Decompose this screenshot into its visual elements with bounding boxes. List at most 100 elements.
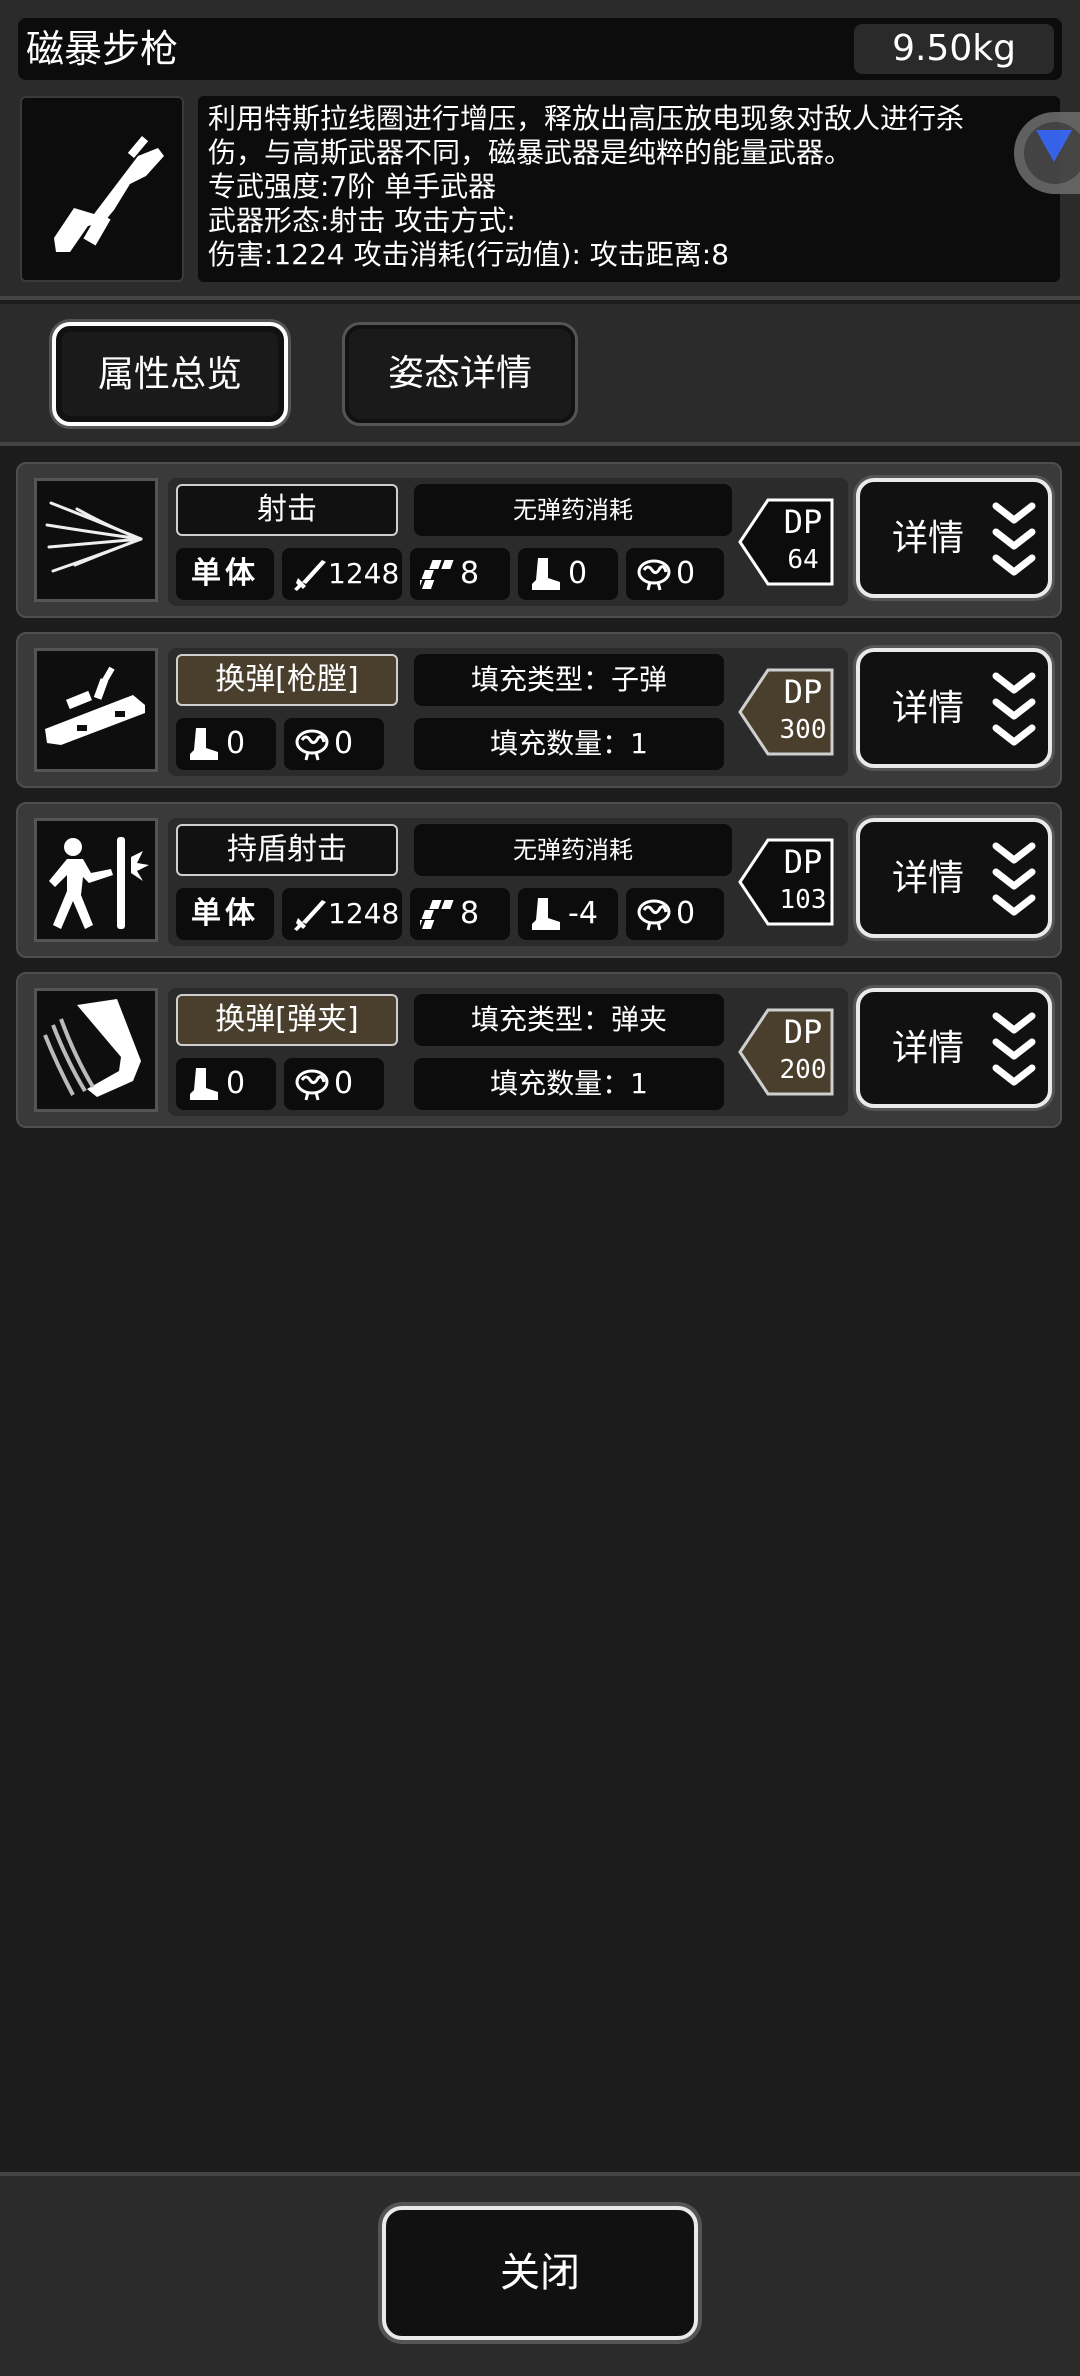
weapon-title: 磁暴步枪 [26,27,179,71]
action-card-reload-magazine: 换弹[弹夹] 0 0 填充类型：弹夹 填充数量：1 DP 200 详情 [16,972,1062,1128]
damage-stat: 1248 [282,548,402,600]
dp-cost-badge: DP 300 [736,658,844,766]
range-stat: 8 [410,888,510,940]
footer-bar: 关闭 [0,2172,1080,2376]
dp-cost-badge: DP 103 [736,828,844,936]
brain-icon [637,899,671,931]
dp-cost-badge: DP 200 [736,998,844,1106]
action-name: 换弹[弹夹] [176,994,398,1046]
rifle-icon [54,136,164,252]
description-line: 武器形态:射击 攻击方式: [208,204,516,237]
action-icon [34,818,158,942]
reload-magazine-icon [43,999,141,1097]
action-name: 换弹[枪膛] [176,654,398,706]
weapon-description: 利用特斯拉线圈进行增压，释放出高压放电现象对敌人进行杀 伤，与高斯武器不同，磁暴… [198,96,1060,282]
ammo-consumption: 无弹药消耗 [414,824,732,876]
chevron-down-icon [992,502,1036,576]
action-stats: 持盾射击 无弹药消耗 单体 1248 8 -4 0 DP 103 [168,818,848,946]
mind-stat: 0 [626,888,724,940]
details-label: 详情 [892,858,965,899]
chevron-down-icon [992,1012,1036,1086]
range-value: 8 [460,896,480,931]
move-value: -4 [568,896,598,931]
action-card-shield-shoot: 持盾射击 无弹药消耗 单体 1248 8 -4 0 DP 103 详情 [16,802,1062,958]
range-checker-icon [420,560,454,589]
target-type: 单体 [176,888,274,940]
description-line: 伤害:1224 攻击消耗(行动值): 攻击距离:8 [208,238,730,271]
mind-value: 0 [334,1066,354,1101]
action-icon [34,648,158,772]
ammo-consumption: 无弹药消耗 [414,484,732,536]
action-stats: 换弹[枪膛] 0 0 填充类型：子弹 填充数量：1 DP 300 [168,648,848,776]
weapon-header: 磁暴步枪 9.50kg 利用特斯拉线圈进行增压，释放出高压放电现象对敌人进行杀 … [0,0,1080,300]
move-value: 0 [226,1066,246,1101]
action-card-shoot: 射击 无弹药消耗 单体 1248 8 0 0 DP 64 详情 [16,462,1062,618]
dp-value: 64 [787,545,819,575]
mind-stat: 0 [626,548,724,600]
brain-icon [295,729,329,761]
move-value: 0 [226,726,246,761]
details-button[interactable]: 详情 [856,478,1052,598]
v-logo-icon [1036,130,1072,162]
move-stat: 0 [176,1058,276,1110]
range-checker-icon [420,900,454,929]
description-line: 专武强度:7阶 单手武器 [208,170,497,203]
dp-label: DP [783,503,823,541]
mind-value: 0 [676,556,696,591]
close-button[interactable]: 关闭 [382,2206,698,2340]
details-label: 详情 [892,688,965,729]
brain-icon [295,1069,329,1101]
damage-value: 1248 [328,897,400,930]
action-icon [34,988,158,1112]
fill-type: 填充类型：子弹 [414,654,724,706]
chevron-down-icon [992,842,1036,916]
shield-shoot-icon [49,837,149,929]
dp-label: DP [783,673,823,711]
tab-stance-details[interactable]: 姿态详情 [342,322,578,426]
boot-icon [190,728,218,760]
brain-icon [637,559,671,591]
details-button[interactable]: 详情 [856,818,1052,938]
dp-value: 300 [779,715,827,745]
details-button[interactable]: 详情 [856,648,1052,768]
fill-count: 填充数量：1 [414,1058,724,1110]
sword-icon [294,900,326,931]
action-name: 持盾射击 [176,824,398,876]
dp-label: DP [783,843,823,881]
action-card-reload-chamber: 换弹[枪膛] 0 0 填充类型：子弹 填充数量：1 DP 300 详情 [16,632,1062,788]
mind-stat: 0 [284,1058,384,1110]
description-line: 利用特斯拉线圈进行增压，释放出高压放电现象对敌人进行杀 [208,102,965,135]
dp-value: 200 [779,1055,827,1085]
action-icon [34,478,158,602]
action-name: 射击 [176,484,398,536]
chevron-down-icon [992,672,1036,746]
damage-value: 1248 [328,557,400,590]
range-value: 8 [460,556,480,591]
move-value: 0 [568,556,588,591]
tab-bar: 属性总览 姿态详情 [0,304,1080,446]
boot-icon [532,558,560,590]
fill-count: 填充数量：1 [414,718,724,770]
weapon-weight: 9.50kg [854,24,1054,74]
dp-label: DP [783,1013,823,1051]
dp-value: 103 [779,885,827,915]
move-stat: 0 [176,718,276,770]
move-stat: 0 [518,548,618,600]
tab-attribute-overview[interactable]: 属性总览 [52,322,288,426]
details-label: 详情 [892,1028,965,1069]
action-stats: 射击 无弹药消耗 单体 1248 8 0 0 DP 64 [168,478,848,606]
move-stat: -4 [518,888,618,940]
details-label: 详情 [892,518,965,559]
reload-chamber-icon [45,666,145,745]
mind-value: 0 [334,726,354,761]
action-stats: 换弹[弹夹] 0 0 填充类型：弹夹 填充数量：1 DP 200 [168,988,848,1116]
fill-type: 填充类型：弹夹 [414,994,724,1046]
details-button[interactable]: 详情 [856,988,1052,1108]
boot-icon [190,1068,218,1100]
action-list: 射击 无弹药消耗 单体 1248 8 0 0 DP 64 详情 换弹[枪膛] 0… [0,450,1080,2170]
damage-stat: 1248 [282,888,402,940]
sword-icon [294,560,326,591]
mind-stat: 0 [284,718,384,770]
boot-icon [532,898,560,930]
mind-value: 0 [676,896,696,931]
